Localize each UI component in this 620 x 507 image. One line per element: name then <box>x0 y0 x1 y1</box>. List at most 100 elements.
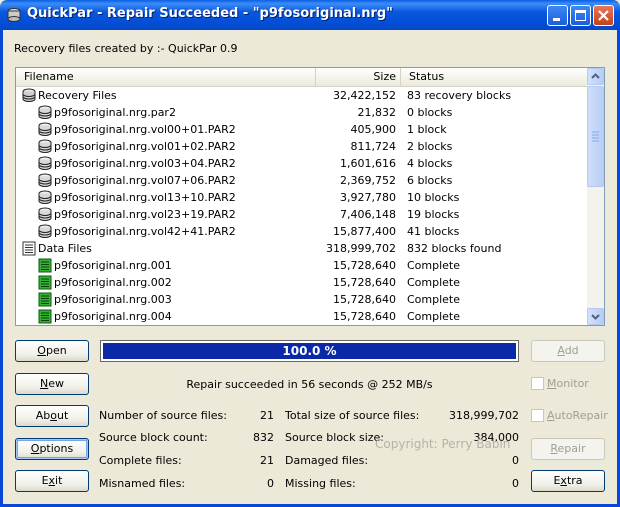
options-button-label: ptions <box>39 442 74 455</box>
list-item[interactable]: p9fosoriginal.nrg.vol00+01.PAR2 405,900 1 … <box>16 121 588 138</box>
new-button-label: ew <box>48 377 64 390</box>
extra-button-label: tra <box>566 474 583 487</box>
file-name: p9fosoriginal.nrg.vol01+02.PAR2 <box>54 140 236 153</box>
file-status: 83 recovery blocks <box>407 89 512 102</box>
file-name: Recovery Files <box>38 89 117 102</box>
file-name: p9fosoriginal.nrg.004 <box>54 310 172 323</box>
list-item[interactable]: p9fosoriginal.nrg.004 15,728,640 Complete <box>16 308 588 325</box>
list-item[interactable]: p9fosoriginal.nrg.vol07+06.PAR2 2,369,752… <box>16 172 588 189</box>
monitor-checkbox[interactable]: Monitor <box>531 377 611 391</box>
autorepair-checkbox-box[interactable] <box>531 409 544 422</box>
file-status: Complete <box>407 310 461 323</box>
file-name: p9fosoriginal.nrg.003 <box>54 293 172 306</box>
monitor-checkbox-box[interactable] <box>531 377 544 390</box>
file-status: 10 blocks <box>407 191 460 204</box>
list-item[interactable]: p9fosoriginal.nrg.vol23+19.PAR2 7,406,148… <box>16 206 588 223</box>
about-button-mnemonic: o <box>50 409 57 422</box>
par2-file-icon <box>37 139 53 154</box>
list-rows: Recovery Files 32,422,152 83 recovery bloc… <box>16 87 588 325</box>
file-status: Complete <box>407 293 461 306</box>
progress-label: 100.0 % <box>282 344 337 358</box>
file-status: Complete <box>407 259 461 272</box>
file-size: 15,728,640 <box>333 310 396 323</box>
par2-file-icon <box>37 122 53 137</box>
open-button[interactable]: Open <box>15 340 89 362</box>
file-size: 7,406,148 <box>340 208 396 221</box>
list-item[interactable]: p9fosoriginal.nrg.vol42+41.PAR2 15,877,40… <box>16 223 588 240</box>
close-icon <box>598 10 609 21</box>
file-size: 318,999,702 <box>326 242 396 255</box>
options-button[interactable]: Options <box>15 438 89 460</box>
list-group-row[interactable]: Data Files 318,999,702 832 blocks found <box>16 240 588 257</box>
file-status: 0 blocks <box>407 106 453 119</box>
repair-result-text: Repair succeeded in 56 seconds @ 252 MB/… <box>186 378 433 391</box>
list-group-row[interactable]: Recovery Files 32,422,152 83 recovery bloc… <box>16 87 588 104</box>
window-frame-left <box>0 30 3 507</box>
file-status: 2 blocks <box>407 140 453 153</box>
exit-button[interactable]: Exit <box>15 470 89 492</box>
close-button[interactable] <box>593 5 614 26</box>
recovery-group-icon <box>21 88 37 103</box>
file-status: 41 blocks <box>407 225 460 238</box>
about-button[interactable]: About <box>15 405 89 427</box>
new-button-mnemonic: N <box>40 377 49 390</box>
add-button-mnemonic: A <box>557 344 565 357</box>
file-status: 832 blocks found <box>407 242 502 255</box>
window-title: QuickPar - Repair Succeeded - "p9fosorig… <box>27 6 393 21</box>
par2-file-icon <box>37 190 53 205</box>
new-button[interactable]: New <box>15 373 89 395</box>
file-size: 15,728,640 <box>333 259 396 272</box>
title-bar[interactable]: QuickPar - Repair Succeeded - "p9fosorig… <box>0 0 620 30</box>
list-item[interactable]: p9fosoriginal.nrg.003 15,728,640 Complete <box>16 291 588 308</box>
list-item[interactable]: p9fosoriginal.nrg.par2 21,832 0 blocks <box>16 104 588 121</box>
autorepair-checkbox[interactable]: AutoRepair <box>531 409 611 423</box>
block-count-value: 832 <box>253 431 274 444</box>
total-size-value: 318,999,702 <box>449 409 519 422</box>
list-item[interactable]: p9fosoriginal.nrg.002 15,728,640 Complete <box>16 274 588 291</box>
damaged-files-value: 0 <box>512 454 519 467</box>
vertical-scrollbar[interactable] <box>587 68 604 325</box>
file-name: p9fosoriginal.nrg.vol00+01.PAR2 <box>54 123 236 136</box>
file-list[interactable]: Filename Size Status Recovery Files 32,42… <box>15 67 605 326</box>
column-header-status[interactable]: Status <box>401 68 588 86</box>
file-size: 811,724 <box>350 140 397 153</box>
extra-button[interactable]: Extra <box>531 470 605 492</box>
open-button-label: pen <box>45 344 67 357</box>
file-name: p9fosoriginal.nrg.002 <box>54 276 172 289</box>
scroll-thumb[interactable] <box>587 86 604 187</box>
repair-button[interactable]: Repair <box>531 438 605 460</box>
autorepair-checkbox-label: AutoRepair <box>547 409 608 422</box>
list-item[interactable]: p9fosoriginal.nrg.001 15,728,640 Complete <box>16 257 588 274</box>
monitor-label-text: onitor <box>556 377 589 390</box>
par2-file-icon <box>37 224 53 239</box>
par2-file-icon <box>37 105 53 120</box>
list-item[interactable]: p9fosoriginal.nrg.vol03+04.PAR2 1,601,616… <box>16 155 588 172</box>
file-size: 32,422,152 <box>333 89 396 102</box>
file-status: 6 blocks <box>407 174 453 187</box>
total-size-label: Total size of source files: <box>285 409 420 422</box>
add-button[interactable]: Add <box>531 340 605 362</box>
minimize-button[interactable] <box>547 5 568 26</box>
par2-file-icon <box>37 156 53 171</box>
file-status: Complete <box>407 276 461 289</box>
list-item[interactable]: p9fosoriginal.nrg.vol01+02.PAR2 811,724 2 … <box>16 138 588 155</box>
scroll-up-button[interactable] <box>587 68 604 85</box>
file-status: 4 blocks <box>407 157 453 170</box>
misnamed-files-label: Misnamed files: <box>99 477 186 490</box>
chevron-up-icon <box>591 73 600 79</box>
maximize-button[interactable] <box>570 5 591 26</box>
file-size: 15,728,640 <box>333 293 396 306</box>
column-header-size[interactable]: Size <box>316 68 401 86</box>
list-header: Filename Size Status <box>16 68 588 87</box>
list-item[interactable]: p9fosoriginal.nrg.vol13+10.PAR2 3,927,780… <box>16 189 588 206</box>
complete-file-icon <box>37 275 53 290</box>
file-name: p9fosoriginal.nrg.vol23+19.PAR2 <box>54 208 236 221</box>
progress-bar: 100.0 % <box>100 340 519 362</box>
quickpar-app-icon <box>7 8 21 22</box>
file-size: 3,927,780 <box>340 191 396 204</box>
about-button-label: ut <box>56 409 69 422</box>
scroll-down-button[interactable] <box>587 308 604 325</box>
exit-button-label: it <box>55 474 63 487</box>
block-size-label: Source block size: <box>285 431 384 444</box>
column-header-filename[interactable]: Filename <box>16 68 316 86</box>
